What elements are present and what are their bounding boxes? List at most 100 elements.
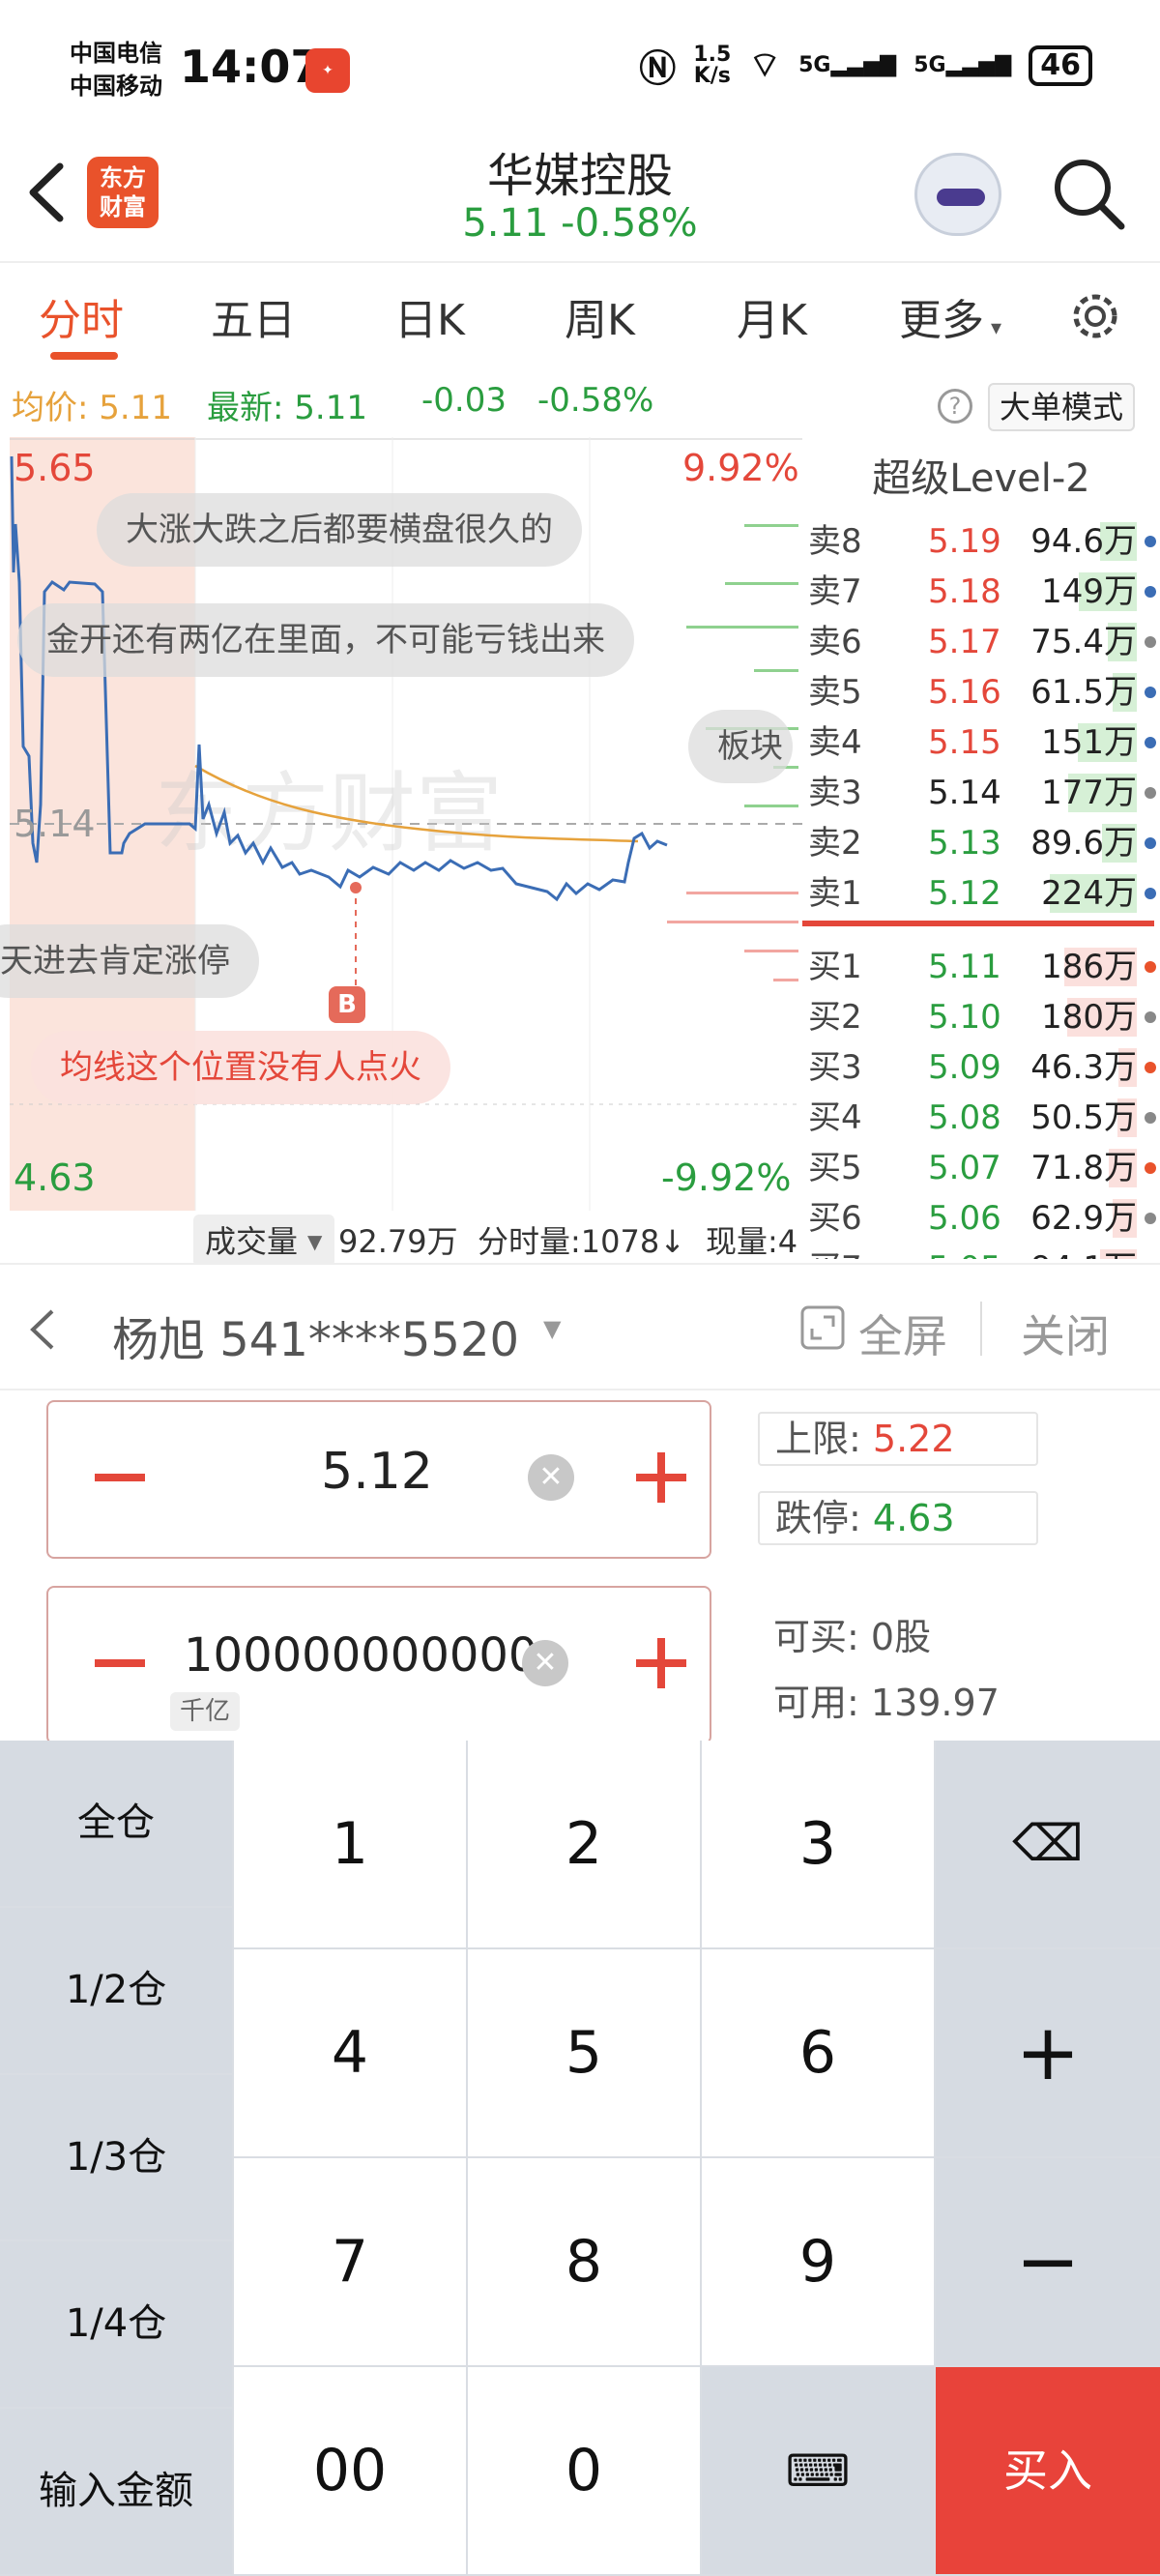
level-price: 5.08 — [928, 1098, 1001, 1137]
position-key-1[interactable]: 全仓 — [0, 1741, 232, 1906]
plus-icon — [657, 1638, 665, 1688]
indicator-dot — [1145, 1213, 1156, 1224]
chart-low-pct: -9.92% — [661, 1156, 792, 1199]
tab-weekly-k[interactable]: 周K — [565, 285, 635, 347]
level-label: 买2 — [808, 998, 862, 1037]
minus-key[interactable]: − — [936, 2158, 1160, 2365]
quantity-input[interactable]: 100000000000 — [184, 1628, 570, 1683]
bid-row-6[interactable]: 买6 5.06 62.9万 — [802, 1193, 1160, 1244]
level-volume: 180万 — [1041, 998, 1137, 1037]
plus-key[interactable]: + — [936, 1949, 1160, 2156]
ask-row-1[interactable]: 卖8 5.19 94.6万 — [802, 516, 1160, 567]
can-buy: 可买: 0股 — [773, 1616, 932, 1658]
clear-icon[interactable]: ✕ — [528, 1454, 574, 1501]
key-00[interactable]: 00 — [234, 2367, 466, 2574]
price-info-line: 均价: 5.11 最新: 5.11 -0.03 -0.58% — [0, 379, 1160, 433]
position-key-3[interactable]: 1/3仓 — [0, 2074, 232, 2240]
tab-intraday[interactable]: 分时 — [39, 285, 124, 347]
price-field[interactable]: 5.12 ✕ — [46, 1400, 711, 1559]
account-selector[interactable]: 杨旭 541****5520 — [112, 1302, 519, 1369]
tab-five-day[interactable]: 五日 — [211, 285, 296, 347]
tab-monthly-k[interactable]: 月K — [737, 285, 807, 347]
assistant-robot-icon[interactable] — [914, 153, 1001, 236]
big-order-mode-button[interactable]: 大单模式 — [988, 383, 1136, 431]
bid-row-4[interactable]: 买4 5.08 50.5万 — [802, 1093, 1160, 1143]
indicator-dot — [1145, 636, 1156, 648]
buy-button[interactable]: 买入 — [936, 2367, 1160, 2574]
bid-row-2[interactable]: 买2 5.10 180万 — [802, 992, 1160, 1042]
comment-bubble[interactable]: 金开还有两亿在里面，不可能亏钱出来 — [17, 603, 634, 677]
comment-bubble[interactable]: 天进去肯定涨停 — [0, 924, 259, 998]
settings-gear-icon[interactable] — [1067, 288, 1123, 344]
ask-row-3[interactable]: 卖6 5.17 75.4万 — [802, 617, 1160, 667]
price-input[interactable]: 5.12 — [164, 1443, 590, 1501]
position-key-4[interactable]: 1/4仓 — [0, 2241, 232, 2408]
key-3[interactable]: 3 — [702, 1741, 934, 1947]
ask-row-7[interactable]: 卖2 5.13 89.6万 — [802, 818, 1160, 868]
key-8[interactable]: 8 — [468, 2158, 700, 2365]
buy-marker[interactable]: B — [329, 986, 365, 1023]
key-6[interactable]: 6 — [702, 1949, 934, 2156]
back-arrow-icon[interactable] — [23, 1305, 62, 1354]
key-4[interactable]: 4 — [234, 1949, 466, 2156]
key-5[interactable]: 5 — [468, 1949, 700, 2156]
key-9[interactable]: 9 — [702, 2158, 934, 2365]
comment-bubble[interactable]: 板块 — [688, 710, 793, 783]
level-price: 5.06 — [928, 1199, 1001, 1238]
level-volume: 224万 — [1041, 874, 1137, 913]
bid-row-1[interactable]: 买1 5.11 186万 — [802, 942, 1160, 992]
quantity-decrease-button[interactable] — [95, 1659, 145, 1667]
level-price: 5.13 — [928, 824, 1001, 863]
level2-title: 超级Level-2 — [872, 456, 1090, 501]
level-label: 买5 — [808, 1149, 862, 1187]
tab-more[interactable]: 更多 ▾ — [899, 285, 1001, 347]
close-button[interactable]: 关闭 — [1021, 1302, 1110, 1365]
ask-row-6[interactable]: 卖3 5.14 177万 — [802, 768, 1160, 818]
tick-volume: 分时量:1078↓ — [478, 1223, 686, 1260]
ask-row-8[interactable]: 卖1 5.12 224万 — [802, 868, 1160, 919]
level-label: 买3 — [808, 1048, 862, 1087]
level-label: 卖8 — [808, 522, 862, 561]
search-icon[interactable] — [1052, 157, 1125, 230]
level-price: 5.18 — [928, 572, 1001, 611]
ask-row-5[interactable]: 卖4 5.15 151万 — [802, 717, 1160, 768]
level-price: 5.09 — [928, 1048, 1001, 1087]
level-label: 卖6 — [808, 623, 862, 661]
tab-active-indicator — [50, 352, 118, 360]
quantity-field[interactable]: 100000000000 ✕ — [46, 1586, 711, 1744]
chart-tabs: 分时 五日 日K 周K 月K 更多 ▾ — [0, 263, 1160, 369]
key-7[interactable]: 7 — [234, 2158, 466, 2365]
bid-row-5[interactable]: 买5 5.07 71.8万 — [802, 1143, 1160, 1193]
indicator-dot — [1145, 787, 1156, 799]
indicator-dot — [1145, 1062, 1156, 1073]
chart-high-pct: 9.92% — [682, 447, 799, 489]
level2-order-book[interactable]: 超级Level-2 卖8 5.19 94.6万 卖7 5.18 149万 卖6 5.17 75.… — [802, 437, 1160, 1259]
comment-bubble[interactable]: 大涨大跌之后都要横盘很久的 — [97, 493, 582, 567]
ask-row-2[interactable]: 卖7 5.18 149万 — [802, 567, 1160, 617]
level-label: 买7 — [808, 1244, 862, 1259]
help-icon[interactable]: ? — [938, 389, 972, 424]
volume-indicator-label[interactable]: 成交量 — [205, 1215, 298, 1269]
indicator-dot — [1145, 687, 1156, 698]
price-decrease-button[interactable] — [95, 1474, 145, 1481]
fullscreen-icon[interactable] — [798, 1303, 847, 1352]
fullscreen-button[interactable]: 全屏 — [858, 1302, 947, 1365]
bid-row-3[interactable]: 买3 5.09 46.3万 — [802, 1042, 1160, 1093]
available-funds: 可用: 139.97 — [773, 1682, 1000, 1724]
position-key-2[interactable]: 1/2仓 — [0, 1907, 232, 2073]
keyboard-switch-icon[interactable]: ⌨ — [702, 2367, 934, 2574]
watermark: 东方财富 — [155, 763, 503, 864]
key-2[interactable]: 2 — [468, 1741, 700, 1947]
clear-icon[interactable]: ✕ — [522, 1640, 568, 1686]
backspace-icon[interactable]: ⌫ — [936, 1741, 1160, 1947]
position-key-5[interactable]: 输入金额 — [0, 2409, 232, 2574]
ask-row-4[interactable]: 卖5 5.16 61.5万 — [802, 667, 1160, 717]
bid-row-7[interactable]: 买7 5.05 94.1万 — [802, 1244, 1160, 1259]
status-icons: Ⓝ 1.5 K/s ⌔ 5G▂▃▅▇ 5G▂▃▅▇ 46 — [639, 39, 1092, 92]
key-0[interactable]: 0 — [468, 2367, 700, 2574]
comment-bubble[interactable]: 均线这个位置没有人点火 — [31, 1031, 450, 1104]
signal-1-icon: 5G▂▃▅▇ — [798, 53, 897, 77]
tab-daily-k[interactable]: 日K — [394, 285, 465, 347]
quantity-hint: 千亿 — [170, 1692, 241, 1731]
key-1[interactable]: 1 — [234, 1741, 466, 1947]
